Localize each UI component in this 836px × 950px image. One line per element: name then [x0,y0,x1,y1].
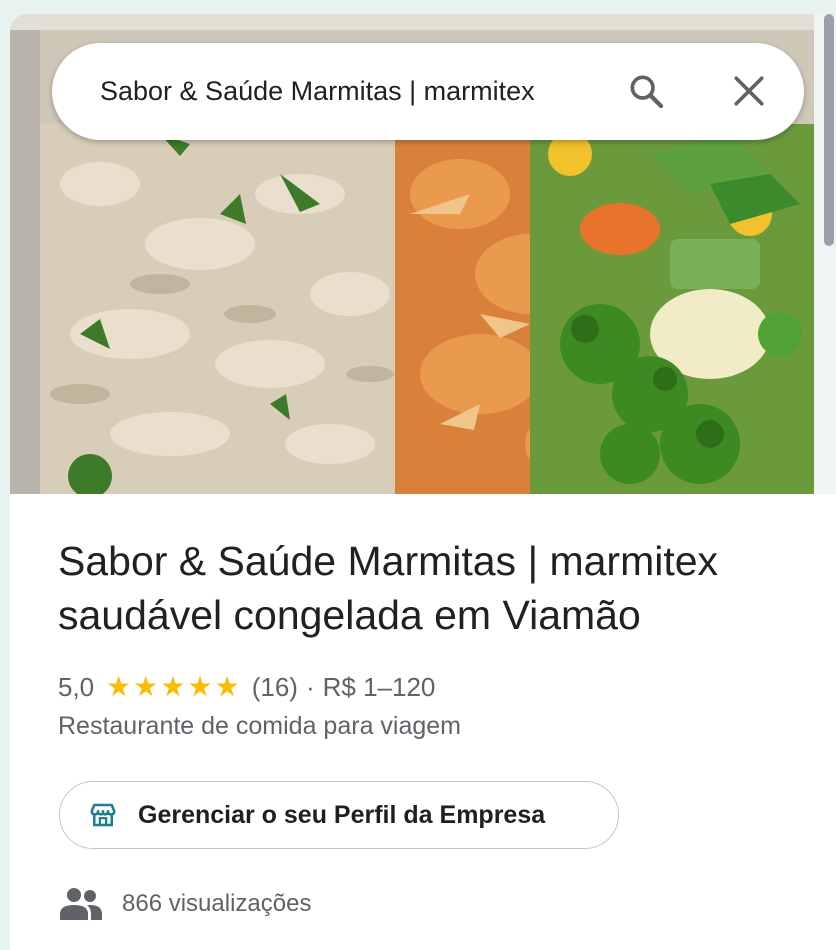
star-rating[interactable]: ★ ★ ★ ★ ★ [106,673,242,701]
search-input[interactable] [100,67,600,115]
scrollbar-thumb[interactable] [824,14,834,246]
people-icon [58,886,104,922]
storefront-icon [88,800,118,830]
views-row: 866 visualizações [58,884,311,924]
search-box [52,43,804,140]
search-icon[interactable] [624,69,668,113]
star-icon: ★ [160,670,186,703]
separator: · [305,671,315,702]
place-panel: Sabor & Saúde Marmitas | marmitex saudáv… [10,14,836,950]
place-category[interactable]: Restaurante de comida para viagem [58,712,461,741]
manage-profile-button[interactable]: Gerenciar o seu Perfil da Empresa [59,781,619,849]
star-icon: ★ [133,670,159,703]
star-icon: ★ [106,670,132,703]
price-range: R$ 1–120 [322,671,436,702]
close-icon[interactable] [727,69,771,113]
star-icon: ★ [214,670,240,703]
rating-value: 5,0 [58,671,95,702]
views-count: 866 visualizações [122,890,312,917]
manage-profile-label: Gerenciar o seu Perfil da Empresa [138,800,546,829]
review-count[interactable]: (16) [252,672,298,703]
rating-row: 5,0 ★ ★ ★ ★ ★ (16) · R$ 1–120 [58,669,435,705]
place-title: Sabor & Saúde Marmitas | marmitex saudáv… [58,538,719,638]
scrollbar[interactable] [814,14,836,494]
star-icon: ★ [187,670,213,703]
